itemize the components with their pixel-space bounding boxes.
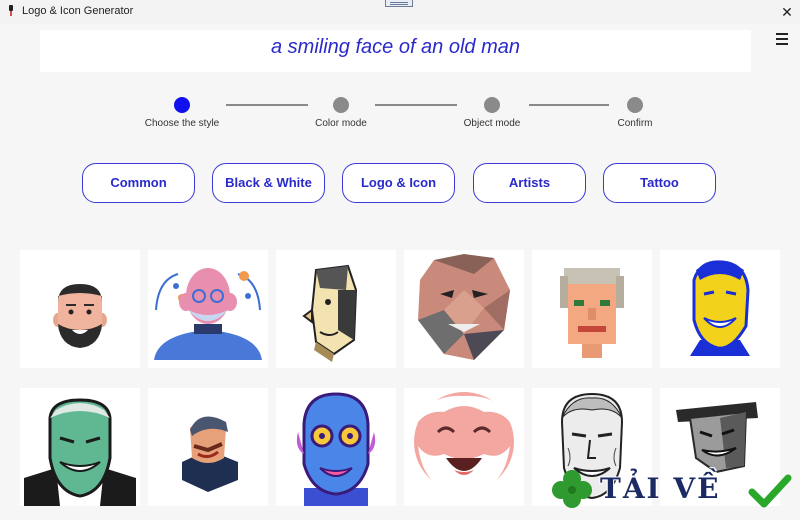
style-button-logo-icon[interactable]: Logo & Icon [342,163,455,203]
step-label: Object mode [463,118,521,129]
style-button-common[interactable]: Common [82,163,195,203]
gallery-item-laughing-old-man-white-beard[interactable] [404,388,524,506]
progress-stepper: Choose the style Color mode Object mode … [0,94,800,134]
step-dot [484,97,500,113]
step-dot [333,97,349,113]
prompt-display[interactable]: a smiling face of an old man [40,30,751,72]
style-button-artists[interactable]: Artists [473,163,586,203]
gallery-item-low-poly-old-man[interactable] [404,250,524,368]
prompt-text: a smiling face of an old man [270,36,521,58]
step-object-mode[interactable]: Object mode [432,94,552,129]
step-choose-style[interactable]: Choose the style [122,94,242,129]
step-label: Color mode [315,118,367,129]
app-pen-icon [9,5,13,17]
download-watermark: TẢI VỀ [548,466,798,514]
gallery-item-cartoon-bearded-man[interactable] [20,250,140,368]
style-button-tattoo[interactable]: Tattoo [603,163,716,203]
gallery-item-cubist-profile-old-man[interactable] [276,250,396,368]
hamburger-menu-icon[interactable] [776,33,790,45]
step-color-mode[interactable]: Color mode [281,94,401,129]
step-dot-active [174,97,190,113]
window-drag-handle-icon[interactable] [385,0,413,7]
four-leaf-clover-icon [552,470,592,508]
gallery-item-isometric-man-with-cap[interactable] [148,388,268,506]
gallery-item-green-grinning-vampire[interactable] [20,388,140,506]
gallery-item-blue-purple-old-man-glasses[interactable] [276,388,396,506]
step-confirm[interactable]: Confirm [575,94,695,129]
step-dot [627,97,643,113]
step-label: Choose the style [144,118,220,129]
gallery-item-pixel-art-old-man[interactable] [532,250,652,368]
watermark-text: TẢI VỀ [600,472,721,505]
style-button-black-white[interactable]: Black & White [212,163,325,203]
title-bar: Logo & Icon Generator ✕ [0,0,800,24]
close-icon[interactable]: ✕ [776,2,798,22]
gallery-item-pop-art-face[interactable] [660,250,780,368]
window-title: Logo & Icon Generator [22,5,134,17]
checkmark-icon [748,474,792,508]
gallery-item-flat-illustration-old-man[interactable] [148,250,268,368]
step-label: Confirm [617,118,653,129]
